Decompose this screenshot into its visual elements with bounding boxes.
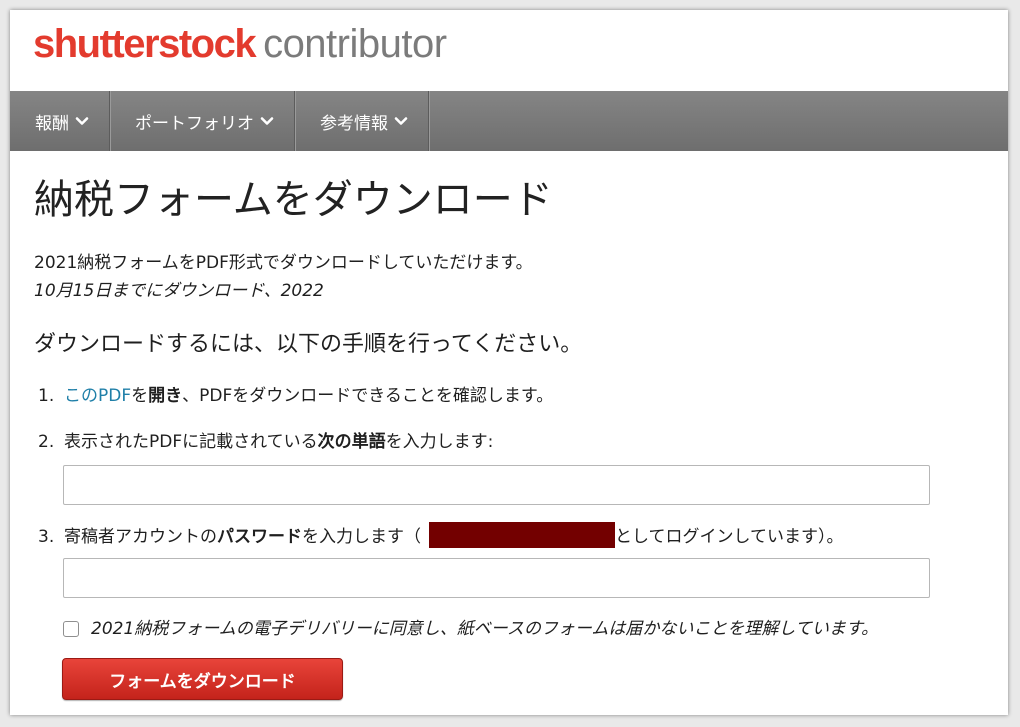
intro-line: 2021納税フォームをPDF形式でダウンロードしていただけます。 bbox=[34, 253, 533, 273]
header: shutterstock contributor bbox=[10, 10, 1008, 91]
page-title: 納税フォームをダウンロード bbox=[34, 177, 553, 223]
step-1: 1. このPDFを開き、PDFをダウンロードできることを確認します。 bbox=[38, 384, 553, 408]
logo-sub: contributor bbox=[263, 22, 447, 66]
redacted-username bbox=[429, 522, 615, 548]
logo-brand: shutterstock bbox=[33, 22, 257, 66]
step-text: を入力します（ bbox=[302, 527, 421, 547]
nav-item-portfolio[interactable]: ポートフォリオ bbox=[110, 91, 295, 151]
step-text: 寄稿者アカウントの bbox=[64, 527, 217, 547]
nav-item-label: ポートフォリオ bbox=[135, 113, 254, 134]
step-text: としてログインしています）。 bbox=[615, 527, 844, 547]
main-nav: 報酬 ポートフォリオ 参考情報 bbox=[10, 91, 1008, 151]
step-3: 3. 寄稿者アカウントのパスワードを入力します（ としてログインしています）。 bbox=[38, 522, 843, 549]
step-number: 2. bbox=[38, 432, 55, 452]
nav-item-label: 参考情報 bbox=[320, 113, 388, 134]
consent-label: 2021納税フォームの電子デリバリーに同意し、紙ベースのフォームは届かないことを… bbox=[91, 619, 879, 639]
nav-item-label: 報酬 bbox=[35, 113, 69, 134]
step-2: 2. 表示されたPDFに記載されている次の単語を入力します: bbox=[38, 430, 493, 454]
step-bold-text: 次の単語 bbox=[317, 432, 386, 452]
download-form-button[interactable]: フォームをダウンロード bbox=[62, 658, 343, 700]
step-number: 3. bbox=[38, 527, 55, 547]
step-text: 表示されたPDFに記載されている bbox=[64, 432, 318, 452]
step-text: を入力します: bbox=[385, 432, 494, 452]
step-bold-text: 開き bbox=[148, 386, 183, 406]
chevron-down-icon bbox=[394, 117, 408, 125]
deadline-text: 10月15日までにダウンロード、2022 bbox=[34, 281, 324, 301]
shutterstock-logo[interactable]: shutterstock contributor bbox=[33, 24, 447, 64]
consent-row: 2021納税フォームの電子デリバリーに同意し、紙ベースのフォームは届かないことを… bbox=[63, 617, 878, 641]
step-text: を bbox=[131, 386, 149, 406]
chevron-down-icon bbox=[260, 117, 274, 125]
nav-item-earnings[interactable]: 報酬 bbox=[10, 91, 110, 151]
secret-word-input[interactable] bbox=[63, 465, 930, 505]
intro-text: 2021納税フォームをPDF形式でダウンロードしていただけます。 10月15日ま… bbox=[34, 249, 533, 305]
chevron-down-icon bbox=[75, 117, 89, 125]
pdf-link[interactable]: このPDF bbox=[64, 386, 131, 406]
password-input[interactable] bbox=[63, 558, 930, 598]
consent-checkbox[interactable] bbox=[63, 621, 79, 637]
steps-heading: ダウンロードするには、以下の手順を行ってください。 bbox=[34, 332, 583, 357]
nav-item-resources[interactable]: 参考情報 bbox=[295, 91, 429, 151]
step-number: 1. bbox=[38, 386, 55, 406]
step-text: 、PDFをダウンロードできることを確認します。 bbox=[182, 386, 554, 406]
step-bold-text: パスワード bbox=[217, 527, 302, 547]
page: shutterstock contributor 報酬 ポートフォリオ 参考情報 … bbox=[10, 10, 1008, 715]
